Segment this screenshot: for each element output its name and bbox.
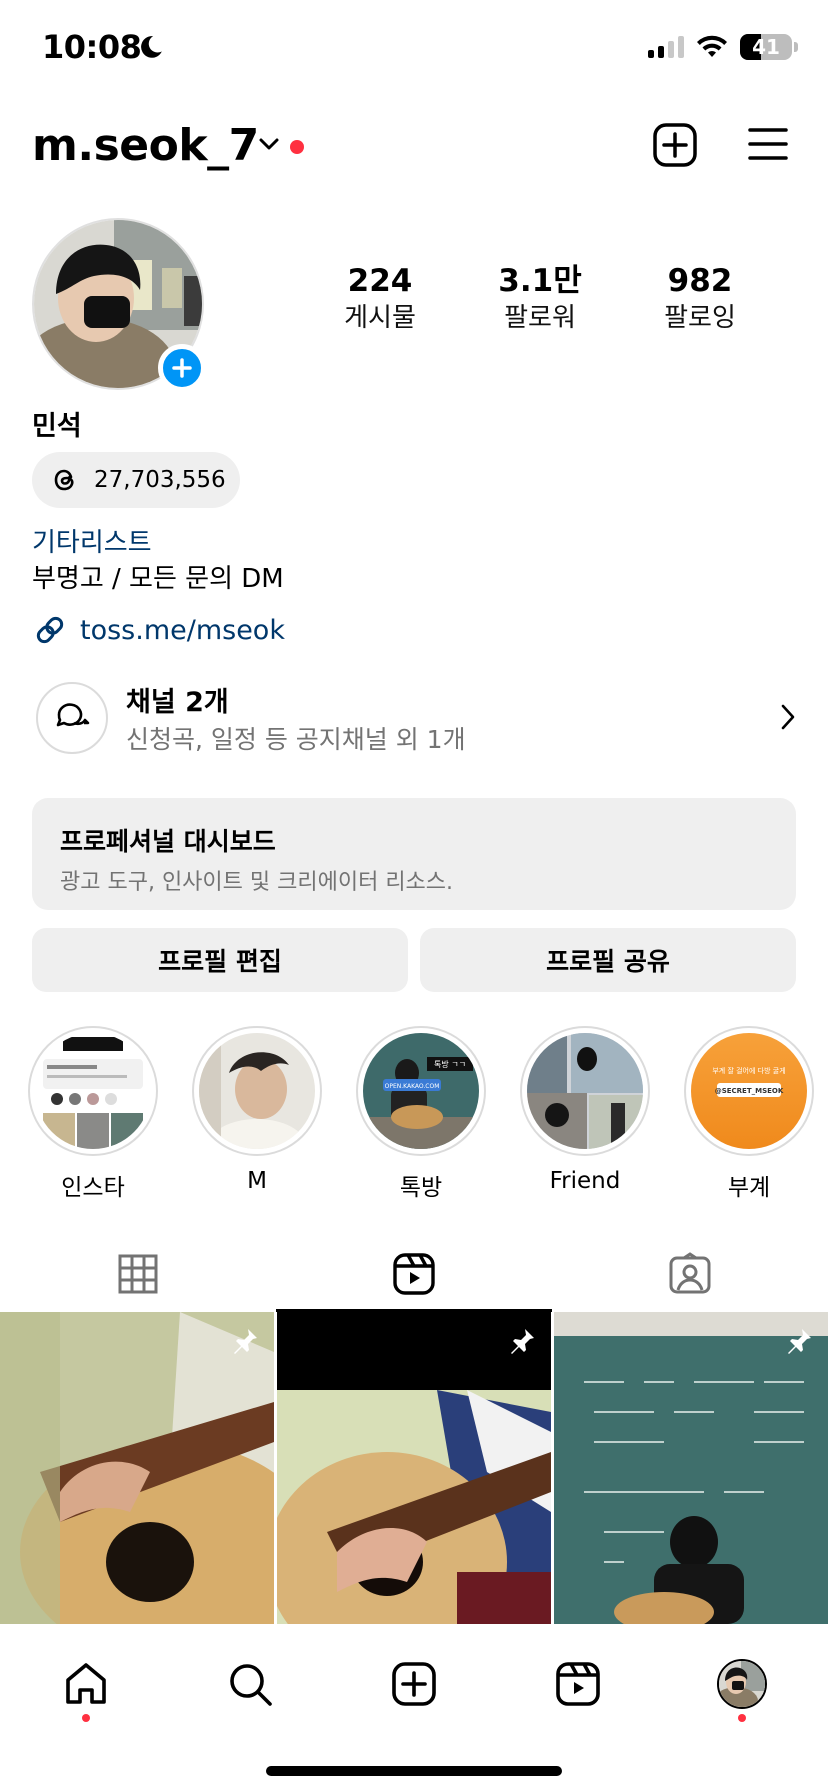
reels-icon xyxy=(556,1662,600,1706)
highlight-m[interactable]: M xyxy=(192,1026,322,1194)
notification-dot xyxy=(738,1714,746,1722)
highlight-insta[interactable]: 인스타 xyxy=(28,1026,158,1202)
cellular-signal-icon xyxy=(648,36,684,58)
highlight-label: 톡방 xyxy=(399,1175,443,1201)
grid-thumbnail xyxy=(277,1312,551,1624)
search-icon xyxy=(230,1664,272,1706)
channel-subtitle: 신청곡, 일정 등 공지채널 외 1개 xyxy=(126,725,466,754)
highlight-friend-image xyxy=(527,1033,643,1149)
highlight-talk[interactable]: 톡방 ㄱㄱ OPEN.KAKAO.COM 톡방 xyxy=(356,1026,486,1202)
svg-text:@SECRET_MSEOK: @SECRET_MSEOK xyxy=(715,1087,784,1095)
add-story-button[interactable] xyxy=(158,344,206,392)
broadcast-channels-row[interactable]: 채널 2개 신청곡, 일정 등 공지채널 외 1개 xyxy=(32,678,796,758)
moon-icon xyxy=(141,36,162,58)
profile-content-tabs xyxy=(0,1236,828,1312)
edit-profile-button[interactable]: 프로필 편집 xyxy=(32,928,408,992)
svg-text:톡방 ㄱㄱ: 톡방 ㄱㄱ xyxy=(434,1059,466,1069)
story-highlights: 인스타 M 톡방 ㄱㄱ OPEN.KAKAO.COM 톡방 Friend 부계 … xyxy=(0,1026,828,1201)
dashboard-subtitle: 광고 도구, 인사이트 및 크리에이터 리소스. xyxy=(60,870,454,895)
profile-avatar[interactable] xyxy=(32,218,206,392)
link-url[interactable]: toss.me/mseok xyxy=(80,615,285,646)
pin-icon xyxy=(511,1329,534,1354)
nav-search[interactable] xyxy=(220,1654,280,1714)
display-name: 민석 xyxy=(32,411,82,442)
highlight-label: 인스타 xyxy=(61,1175,125,1201)
tab-posts-grid[interactable] xyxy=(0,1236,276,1312)
profile-category: 기타리스트 xyxy=(32,528,152,558)
highlight-sub-image: 부계 잘 걸어에 다방 굴게 @SECRET_MSEOK xyxy=(691,1033,807,1149)
profile-link[interactable]: toss.me/mseok xyxy=(32,612,285,648)
nav-home[interactable] xyxy=(56,1654,116,1714)
svg-text:OPEN.KAKAO.COM: OPEN.KAKAO.COM xyxy=(385,1083,440,1090)
battery-level: 41 xyxy=(752,35,780,59)
status-time: 10:08 xyxy=(42,28,142,66)
tagged-icon xyxy=(669,1252,711,1294)
home-indicator xyxy=(266,1766,562,1776)
dashboard-title: 프로페셔널 대시보드 xyxy=(60,827,276,856)
battery-icon: 41 xyxy=(740,34,792,60)
highlight-friend[interactable]: Friend xyxy=(520,1026,650,1194)
grid-item[interactable] xyxy=(554,1312,828,1624)
notification-dot xyxy=(82,1714,90,1722)
status-indicators: 41 xyxy=(648,34,798,60)
wifi-icon xyxy=(697,35,727,57)
tab-reels[interactable] xyxy=(276,1236,552,1312)
threads-icon xyxy=(54,469,74,491)
highlight-label: Friend xyxy=(549,1168,621,1194)
pin-icon xyxy=(234,1329,257,1354)
share-profile-button[interactable]: 프로필 공유 xyxy=(420,928,796,992)
tab-tagged[interactable] xyxy=(552,1236,828,1312)
highlight-label: 부계 xyxy=(727,1175,771,1201)
chevron-down-icon[interactable] xyxy=(258,136,280,152)
stat-posts[interactable]: 224 게시물 xyxy=(300,262,460,336)
channel-icon xyxy=(36,682,108,754)
notification-dot xyxy=(290,140,304,154)
highlight-m-image xyxy=(199,1033,315,1149)
create-icon xyxy=(392,1662,436,1706)
chevron-right-icon xyxy=(781,704,795,730)
nav-profile[interactable] xyxy=(712,1654,772,1714)
status-bar: 10:08 41 xyxy=(0,0,828,100)
profile-header: m.seok_7 xyxy=(0,110,828,180)
reels-grid xyxy=(0,1312,828,1624)
username-switcher[interactable]: m.seok_7 xyxy=(32,120,259,171)
stat-following[interactable]: 982 팔로잉 xyxy=(620,262,780,336)
reels-icon xyxy=(393,1253,435,1295)
avatar xyxy=(717,1659,767,1709)
new-post-icon[interactable] xyxy=(652,122,698,168)
threads-count: 27,703,556 xyxy=(94,467,226,493)
nav-create[interactable] xyxy=(384,1654,444,1714)
home-icon xyxy=(66,1663,106,1704)
grid-thumbnail xyxy=(554,1312,828,1624)
nav-reels[interactable] xyxy=(548,1654,608,1714)
grid-thumbnail xyxy=(0,1312,274,1624)
link-icon xyxy=(36,616,64,644)
threads-badge[interactable]: 27,703,556 xyxy=(32,452,240,508)
highlight-talk-image: 톡방 ㄱㄱ OPEN.KAKAO.COM xyxy=(363,1033,479,1149)
svg-text:부계 잘 걸어에 다방 굴게: 부계 잘 걸어에 다방 굴게 xyxy=(712,1066,785,1075)
profile-stats: 224 게시물 3.1만 팔로워 982 팔로잉 xyxy=(300,262,800,336)
profile-bio: 부명고 / 모든 문의 DM xyxy=(32,564,284,594)
pin-icon xyxy=(788,1329,811,1354)
menu-icon[interactable] xyxy=(748,126,788,162)
professional-dashboard[interactable]: 프로페셔널 대시보드 광고 도구, 인사이트 및 크리에이터 리소스. xyxy=(32,798,796,910)
highlight-insta-image xyxy=(35,1033,151,1149)
highlight-label: M xyxy=(247,1168,267,1194)
highlight-sub[interactable]: 부계 잘 걸어에 다방 굴게 @SECRET_MSEOK 부계 xyxy=(684,1026,814,1202)
grid-item[interactable] xyxy=(277,1312,551,1624)
grid-icon xyxy=(118,1254,158,1294)
channel-title: 채널 2개 xyxy=(126,687,229,718)
grid-item[interactable] xyxy=(0,1312,274,1624)
stat-followers[interactable]: 3.1만 팔로워 xyxy=(460,262,620,336)
plus-icon xyxy=(172,358,192,378)
